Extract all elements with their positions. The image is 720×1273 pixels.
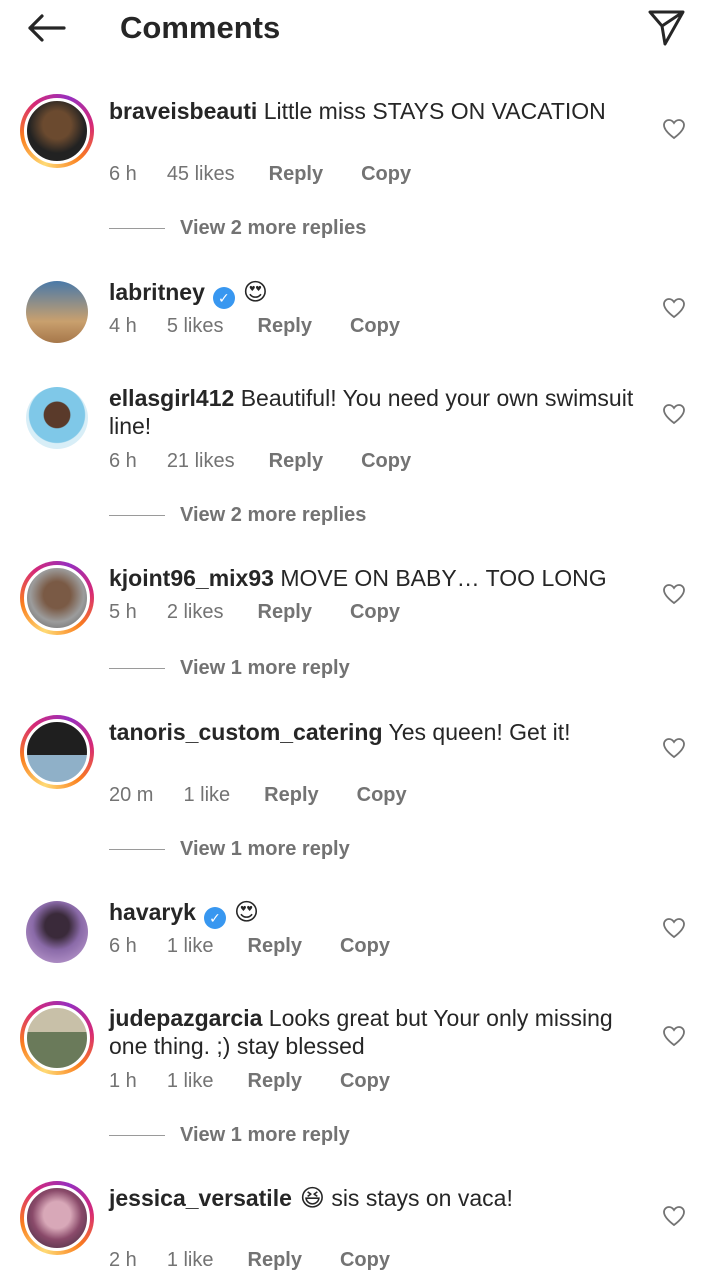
comment-username[interactable]: havaryk <box>109 899 196 925</box>
copy-button[interactable]: Copy <box>357 784 407 807</box>
comment-time: 20 m <box>109 784 154 806</box>
comment-time: 6 h <box>109 163 137 185</box>
back-button[interactable] <box>22 8 70 48</box>
comment-time: 4 h <box>109 315 137 337</box>
heart-icon[interactable] <box>662 403 686 425</box>
divider-line <box>109 668 165 670</box>
copy-button[interactable]: Copy <box>340 1249 390 1272</box>
divider-line <box>109 228 165 230</box>
comment-likes[interactable]: 5 likes <box>167 315 224 338</box>
comment-meta: 6 h 1 like Reply Copy <box>109 935 390 958</box>
avatar[interactable] <box>20 1181 94 1255</box>
heart-icon[interactable] <box>662 297 686 319</box>
copy-button[interactable]: Copy <box>340 935 390 958</box>
comment-likes[interactable]: 2 likes <box>167 601 224 624</box>
comment-emoji: 😆 <box>299 1185 325 1212</box>
avatar[interactable] <box>20 715 94 789</box>
comment-meta: 6 h 21 likes Reply Copy <box>109 450 411 473</box>
comment-meta: 5 h 2 likes Reply Copy <box>109 601 400 624</box>
reply-button[interactable]: Reply <box>248 1249 302 1272</box>
comment-username[interactable]: tanoris_custom_catering <box>109 719 383 745</box>
verified-badge-icon: ✓ <box>203 907 226 929</box>
comment-text: Little miss STAYS ON VACATION <box>263 98 606 124</box>
divider-line <box>109 515 165 517</box>
avatar[interactable] <box>20 1001 94 1075</box>
reply-button[interactable]: Reply <box>264 784 318 807</box>
comment-likes[interactable]: 21 likes <box>167 450 235 473</box>
avatar[interactable] <box>20 561 94 635</box>
avatar[interactable] <box>20 895 94 969</box>
comment-meta: 1 h 1 like Reply Copy <box>109 1070 390 1093</box>
verified-badge-icon: ✓ <box>212 287 235 309</box>
copy-button[interactable]: Copy <box>361 450 411 473</box>
comment-likes[interactable]: 45 likes <box>167 163 235 186</box>
comment-time: 5 h <box>109 601 137 623</box>
comment-username[interactable]: ellasgirl412 <box>109 385 234 411</box>
comment-username[interactable]: jessica_versatile <box>109 1185 292 1211</box>
comment-time: 6 h <box>109 450 137 472</box>
send-button[interactable] <box>644 6 688 48</box>
reply-button[interactable]: Reply <box>269 450 323 473</box>
paper-plane-icon <box>648 10 685 46</box>
comment-emoji: 😍 <box>233 899 259 926</box>
view-more-replies[interactable]: View 1 more reply <box>109 838 350 868</box>
view-more-replies[interactable]: View 2 more replies <box>109 504 366 534</box>
avatar[interactable] <box>20 94 94 168</box>
view-more-replies[interactable]: View 2 more replies <box>109 217 366 247</box>
reply-button[interactable]: Reply <box>258 315 312 338</box>
comment-likes[interactable]: 1 like <box>167 935 214 958</box>
comment-meta: 4 h 5 likes Reply Copy <box>109 315 400 338</box>
reply-button[interactable]: Reply <box>258 601 312 624</box>
divider-line <box>109 849 165 851</box>
comment-likes[interactable]: 1 like <box>183 784 230 807</box>
comment-text: MOVE ON BABY… TOO LONG <box>280 565 607 591</box>
avatar[interactable] <box>20 275 94 349</box>
view-more-replies[interactable]: View 1 more reply <box>109 657 350 687</box>
comment-meta: 2 h 1 like Reply Copy <box>109 1249 390 1272</box>
comment-username[interactable]: braveisbeauti <box>109 98 257 124</box>
comment-time: 6 h <box>109 935 137 957</box>
heart-icon[interactable] <box>662 737 686 759</box>
avatar[interactable] <box>20 381 94 455</box>
comment-username[interactable]: labritney <box>109 279 205 305</box>
comment-emoji: 😍 <box>242 279 268 306</box>
comment-meta: 20 m 1 like Reply Copy <box>109 784 407 807</box>
copy-button[interactable]: Copy <box>340 1070 390 1093</box>
copy-button[interactable]: Copy <box>350 601 400 624</box>
comment-meta: 6 h 45 likes Reply Copy <box>109 163 411 186</box>
heart-icon[interactable] <box>662 583 686 605</box>
page-title: Comments <box>120 10 281 45</box>
reply-button[interactable]: Reply <box>269 163 323 186</box>
heart-icon[interactable] <box>662 917 686 939</box>
comment-username[interactable]: judepazgarcia <box>109 1005 262 1031</box>
comment-text: sis stays on vaca! <box>331 1185 513 1211</box>
arrow-left-icon <box>28 14 66 42</box>
header-bar: Comments <box>0 0 720 56</box>
comment-username[interactable]: kjoint96_mix93 <box>109 565 274 591</box>
divider-line <box>109 1135 165 1137</box>
comment-text: Yes queen! Get it! <box>388 719 571 745</box>
view-more-replies[interactable]: View 1 more reply <box>109 1124 350 1154</box>
comment-likes[interactable]: 1 like <box>167 1070 214 1093</box>
reply-button[interactable]: Reply <box>248 1070 302 1093</box>
comment-time: 1 h <box>109 1070 137 1092</box>
comment-time: 2 h <box>109 1249 137 1271</box>
copy-button[interactable]: Copy <box>361 163 411 186</box>
comment-likes[interactable]: 1 like <box>167 1249 214 1272</box>
reply-button[interactable]: Reply <box>248 935 302 958</box>
heart-icon[interactable] <box>662 118 686 140</box>
heart-icon[interactable] <box>662 1025 686 1047</box>
heart-icon[interactable] <box>662 1205 686 1227</box>
copy-button[interactable]: Copy <box>350 315 400 338</box>
